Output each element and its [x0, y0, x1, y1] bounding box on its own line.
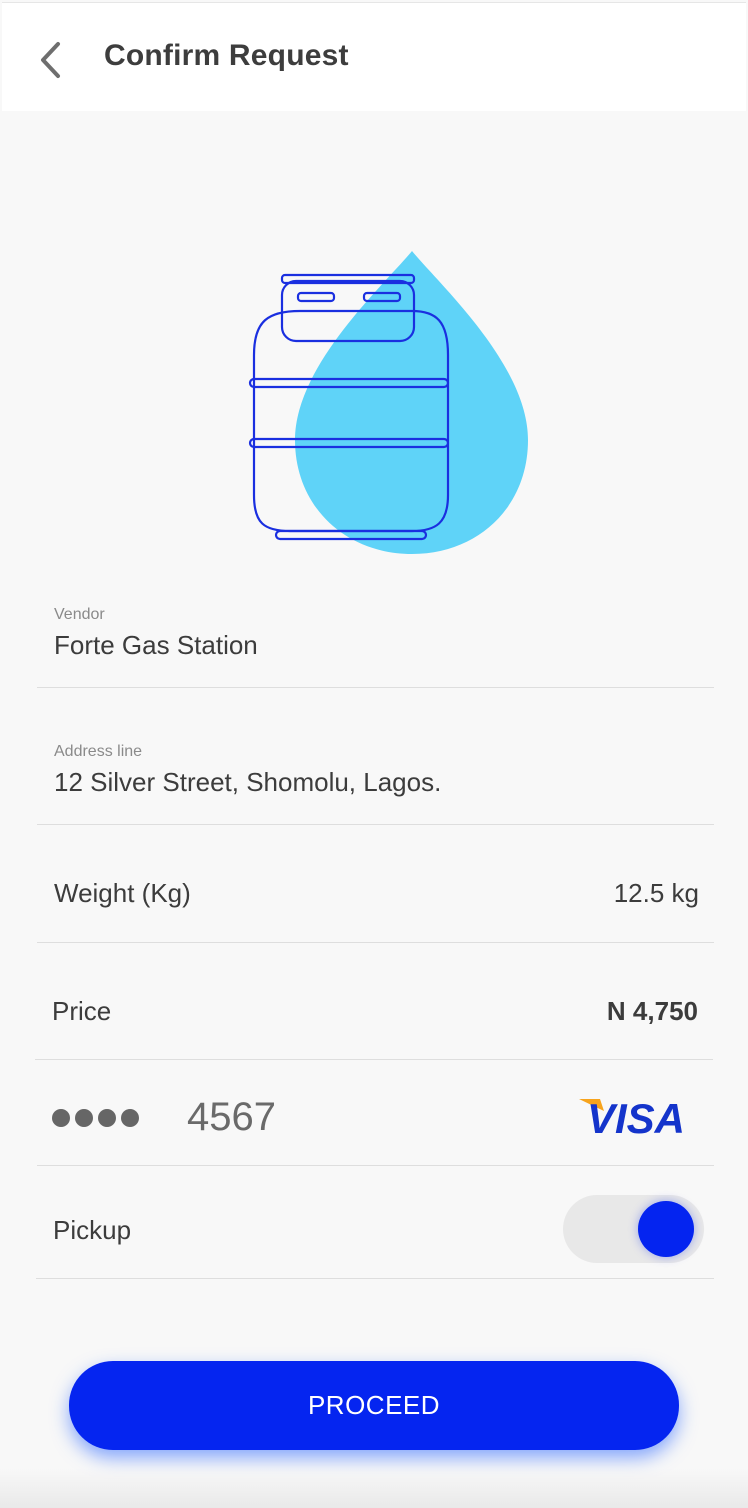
- bottom-fade: [0, 1468, 748, 1508]
- pickup-row: Pickup: [36, 1165, 714, 1279]
- price-label: Price: [52, 996, 112, 1026]
- page-title: Confirm Request: [104, 39, 349, 72]
- vendor-row: Vendor Forte Gas Station: [37, 600, 714, 688]
- card-last-four: 4567: [187, 1095, 276, 1139]
- weight-value: 12.5 kg: [613, 878, 699, 908]
- price-value: N 4,750: [606, 996, 698, 1026]
- card-mask-dots: [52, 1109, 152, 1129]
- gas-cylinder-icon: [248, 251, 528, 554]
- weight-label: Weight (Kg): [54, 878, 191, 908]
- gas-cylinder-illustration: [240, 245, 540, 565]
- confirm-request-screen: Confirm Request Vendor Forte Gas Station…: [0, 0, 748, 1508]
- price-row: Price N 4,750: [35, 942, 713, 1060]
- address-row: Address line 12 Silver Street, Shomolu, …: [37, 737, 714, 825]
- proceed-button[interactable]: PROCEED: [69, 1361, 679, 1450]
- address-label: Address line: [54, 743, 143, 760]
- drop-shape: [295, 251, 528, 554]
- pickup-label: Pickup: [53, 1215, 132, 1245]
- vendor-label: Vendor: [54, 606, 105, 623]
- payment-card-row[interactable]: 4567 VISA: [37, 1059, 714, 1166]
- visa-brand-text: VISA: [587, 1095, 685, 1139]
- chevron-left-icon: [41, 42, 60, 78]
- vendor-value: Forte Gas Station: [54, 630, 258, 660]
- weight-row: Weight (Kg) 12.5 kg: [37, 824, 714, 943]
- pickup-toggle[interactable]: [563, 1195, 704, 1263]
- address-value: 12 Silver Street, Shomolu, Lagos.: [54, 767, 442, 797]
- app-header: Confirm Request: [2, 2, 746, 111]
- toggle-knob: [638, 1201, 694, 1257]
- back-button[interactable]: [32, 35, 74, 85]
- visa-logo-icon: VISA: [579, 1095, 685, 1139]
